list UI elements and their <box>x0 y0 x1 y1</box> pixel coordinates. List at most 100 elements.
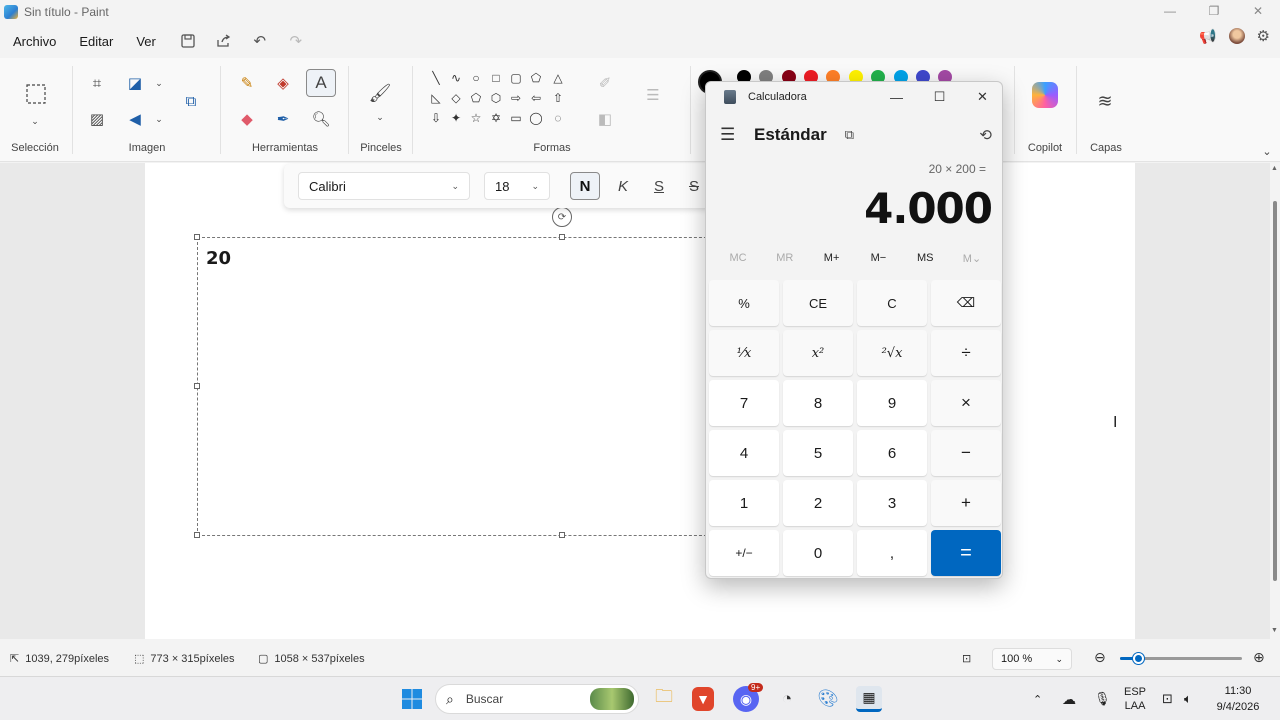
magnifier-icon[interactable]: 🔍︎ <box>308 106 334 132</box>
color-picker-icon[interactable]: ✒ <box>270 106 296 132</box>
rotate-dropdown-icon[interactable]: ⌄ <box>146 106 172 132</box>
eraser-icon[interactable]: ◆ <box>234 106 260 132</box>
digit-9-button[interactable]: 9 <box>857 380 927 426</box>
collapse-ribbon-icon[interactable]: ⌄ <box>1254 138 1280 164</box>
equals-button[interactable]: = <box>931 530 1001 576</box>
scroll-up-icon[interactable]: ▲ <box>1271 165 1278 172</box>
digit-4-button[interactable]: 4 <box>709 430 779 476</box>
four-point-star-shape-icon[interactable]: ✦ <box>448 110 464 126</box>
resize-handle[interactable] <box>194 532 200 538</box>
brush-icon[interactable]: 🖌︎ <box>367 80 393 106</box>
callout-oval-shape-icon[interactable]: ◯ <box>528 110 544 126</box>
scroll-down-icon[interactable]: ▼ <box>1271 627 1278 634</box>
feedback-icon[interactable]: 📢 <box>1199 28 1216 45</box>
resize-handle[interactable] <box>559 532 565 538</box>
history-icon[interactable]: ⟲ <box>979 126 992 144</box>
rectangle-shape-icon[interactable]: □ <box>488 70 504 86</box>
digit-3-button[interactable]: 3 <box>857 480 927 526</box>
percent-button[interactable]: % <box>709 280 779 326</box>
negate-button[interactable]: +/− <box>709 530 779 576</box>
network-icon[interactable]: ⊡ <box>1162 677 1173 720</box>
curve-shape-icon[interactable]: ∿ <box>448 70 464 86</box>
brave-browser-icon[interactable]: ▼ <box>692 687 714 711</box>
oval-shape-icon[interactable]: ○ <box>468 70 484 86</box>
share-icon[interactable] <box>210 27 238 55</box>
memory-list-button[interactable]: M⌄ <box>952 252 992 265</box>
copilot-icon[interactable] <box>1032 82 1058 108</box>
scroll-thumb[interactable] <box>1273 201 1277 581</box>
arrow-down-shape-icon[interactable]: ⇩ <box>428 110 444 126</box>
calculator-taskbar-icon[interactable]: ▦ <box>856 686 882 712</box>
five-point-star-shape-icon[interactable]: ☆ <box>468 110 484 126</box>
underline-button[interactable]: S <box>644 172 674 200</box>
resize-handle[interactable] <box>559 234 565 240</box>
text-tool-icon[interactable]: A <box>306 69 336 97</box>
resize-handle[interactable] <box>194 383 200 389</box>
polygon-shape-icon[interactable]: ⬠ <box>528 70 544 86</box>
digit-7-button[interactable]: 7 <box>709 380 779 426</box>
paint-taskbar-icon[interactable]: 🎨︎ <box>815 686 841 712</box>
digit-6-button[interactable]: 6 <box>857 430 927 476</box>
memory-store-button[interactable]: MS <box>905 252 945 265</box>
digit-5-button[interactable]: 5 <box>783 430 853 476</box>
rounded-rectangle-shape-icon[interactable]: ▢ <box>508 70 524 86</box>
calculator-close-button[interactable]: ✕ <box>961 82 1002 112</box>
italic-button[interactable]: K <box>608 172 638 200</box>
six-point-star-shape-icon[interactable]: ✡ <box>488 110 504 126</box>
divide-button[interactable]: ÷ <box>931 330 1001 376</box>
arrow-right-shape-icon[interactable]: ⇨ <box>508 90 524 106</box>
calculator-minimize-button[interactable]: — <box>875 82 918 112</box>
brush-dropdown-icon[interactable]: ⌄ <box>367 104 393 130</box>
file-explorer-icon[interactable]: 🗀 <box>651 686 677 712</box>
image-generator-icon[interactable]: ⧉ <box>178 88 204 114</box>
taskbar-search[interactable]: ⌕ Buscar <box>435 684 639 714</box>
microphone-icon[interactable]: 🎙︎ <box>1094 677 1111 720</box>
resize-handle[interactable] <box>194 234 200 240</box>
pentagon-shape-icon[interactable]: ⬠ <box>468 90 484 106</box>
memory-clear-button[interactable]: MC <box>718 252 758 265</box>
memory-recall-button[interactable]: MR <box>765 252 805 265</box>
fit-to-window-icon[interactable]: ⊡ <box>962 652 971 665</box>
callout-rect-shape-icon[interactable]: ▭ <box>508 110 524 126</box>
font-size-dropdown[interactable]: 18 ⌄ <box>484 172 550 200</box>
background-remove-icon[interactable]: ▨ <box>84 106 110 132</box>
digit-1-button[interactable]: 1 <box>709 480 779 526</box>
digit-8-button[interactable]: 8 <box>783 380 853 426</box>
clear-button[interactable]: C <box>857 280 927 326</box>
fill-bucket-icon[interactable]: ◈ <box>270 70 296 96</box>
save-icon[interactable] <box>174 27 202 55</box>
menu-edit[interactable]: Editar <box>69 27 123 55</box>
keep-on-top-icon[interactable]: ⧉ <box>845 127 854 143</box>
pencil-icon[interactable]: ✎ <box>234 70 260 96</box>
clear-entry-button[interactable]: CE <box>783 280 853 326</box>
start-windows-icon[interactable] <box>399 686 425 712</box>
hexagon-shape-icon[interactable]: ⬡ <box>488 90 504 106</box>
multiply-button[interactable]: × <box>931 380 1001 426</box>
settings-gear-icon[interactable]: ⚙ <box>1257 27 1270 45</box>
outline-icon[interactable]: ✐ <box>592 70 618 96</box>
taskbar-clock[interactable]: 11:30 9/4/2026 <box>1208 683 1268 715</box>
subtract-button[interactable]: − <box>931 430 1001 476</box>
bold-button[interactable]: N <box>570 172 600 200</box>
backspace-button[interactable]: ⌫ <box>931 280 1001 326</box>
zoom-slider[interactable] <box>1120 653 1242 664</box>
stroke-size-icon[interactable]: ☰ <box>640 82 666 108</box>
vertical-scrollbar[interactable]: ▲ ▼ <box>1270 163 1280 639</box>
select-dropdown-icon[interactable]: ⌄ <box>22 108 48 134</box>
strikethrough-button[interactable]: S <box>682 172 706 200</box>
menu-file[interactable]: Archivo <box>3 27 66 55</box>
diamond-shape-icon[interactable]: ◇ <box>448 90 464 106</box>
decimal-button[interactable]: , <box>857 530 927 576</box>
line-shape-icon[interactable]: ╲ <box>428 70 444 86</box>
square-button[interactable]: x² <box>783 330 853 376</box>
text-box[interactable]: 20 <box>194 234 717 538</box>
zoom-out-icon[interactable]: ⊖ <box>1094 649 1106 666</box>
fill-icon[interactable]: ◧ <box>592 106 618 132</box>
digit-2-button[interactable]: 2 <box>783 480 853 526</box>
square-root-button[interactable]: ²√x <box>857 330 927 376</box>
calculator-maximize-button[interactable]: ☐ <box>918 82 961 112</box>
memory-subtract-button[interactable]: M− <box>858 252 898 265</box>
arrow-left-shape-icon[interactable]: ⇦ <box>528 90 544 106</box>
menu-hamburger-icon[interactable]: ☰ <box>720 125 740 145</box>
add-button[interactable]: + <box>931 480 1001 526</box>
